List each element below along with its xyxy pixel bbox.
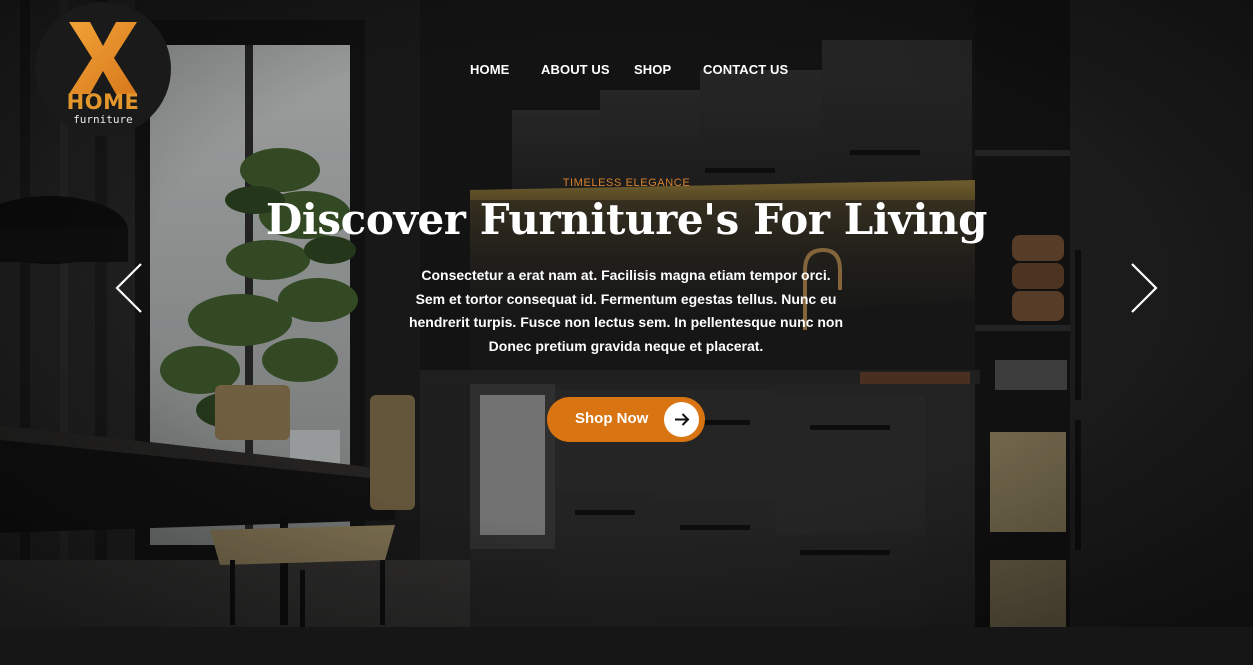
nav-item-contact-us[interactable]: CONTACT US (703, 61, 788, 79)
shop-now-label: Shop Now (575, 410, 649, 427)
hero-slider: HOME furniture HOME ABOUT US SHOP CONTAC… (0, 0, 1253, 627)
slider-prev-button[interactable] (113, 262, 147, 314)
nav-item-home[interactable]: HOME (470, 61, 509, 79)
nav-item-shop[interactable]: SHOP (634, 61, 671, 79)
hero-title: Discover Furniture's For Living (265, 195, 988, 244)
logo-wordmark: HOME (66, 90, 140, 114)
logo-subtitle: furniture (73, 113, 133, 126)
hero-eyebrow: TIMELESS ELEGANCE (562, 177, 691, 189)
chevron-right-icon (1131, 263, 1158, 313)
arrow-right-icon (664, 402, 699, 437)
chevron-left-icon (115, 263, 142, 313)
nav-item-about-us[interactable]: ABOUT US (541, 61, 610, 79)
shop-now-button[interactable]: Shop Now (547, 397, 705, 442)
main-navigation: HOME ABOUT US SHOP CONTACT US (0, 61, 1253, 81)
section-divider (0, 627, 1253, 665)
hero-description: Consectetur a erat nam at. Facilisis mag… (408, 267, 844, 354)
slider-next-button[interactable] (1126, 262, 1160, 314)
